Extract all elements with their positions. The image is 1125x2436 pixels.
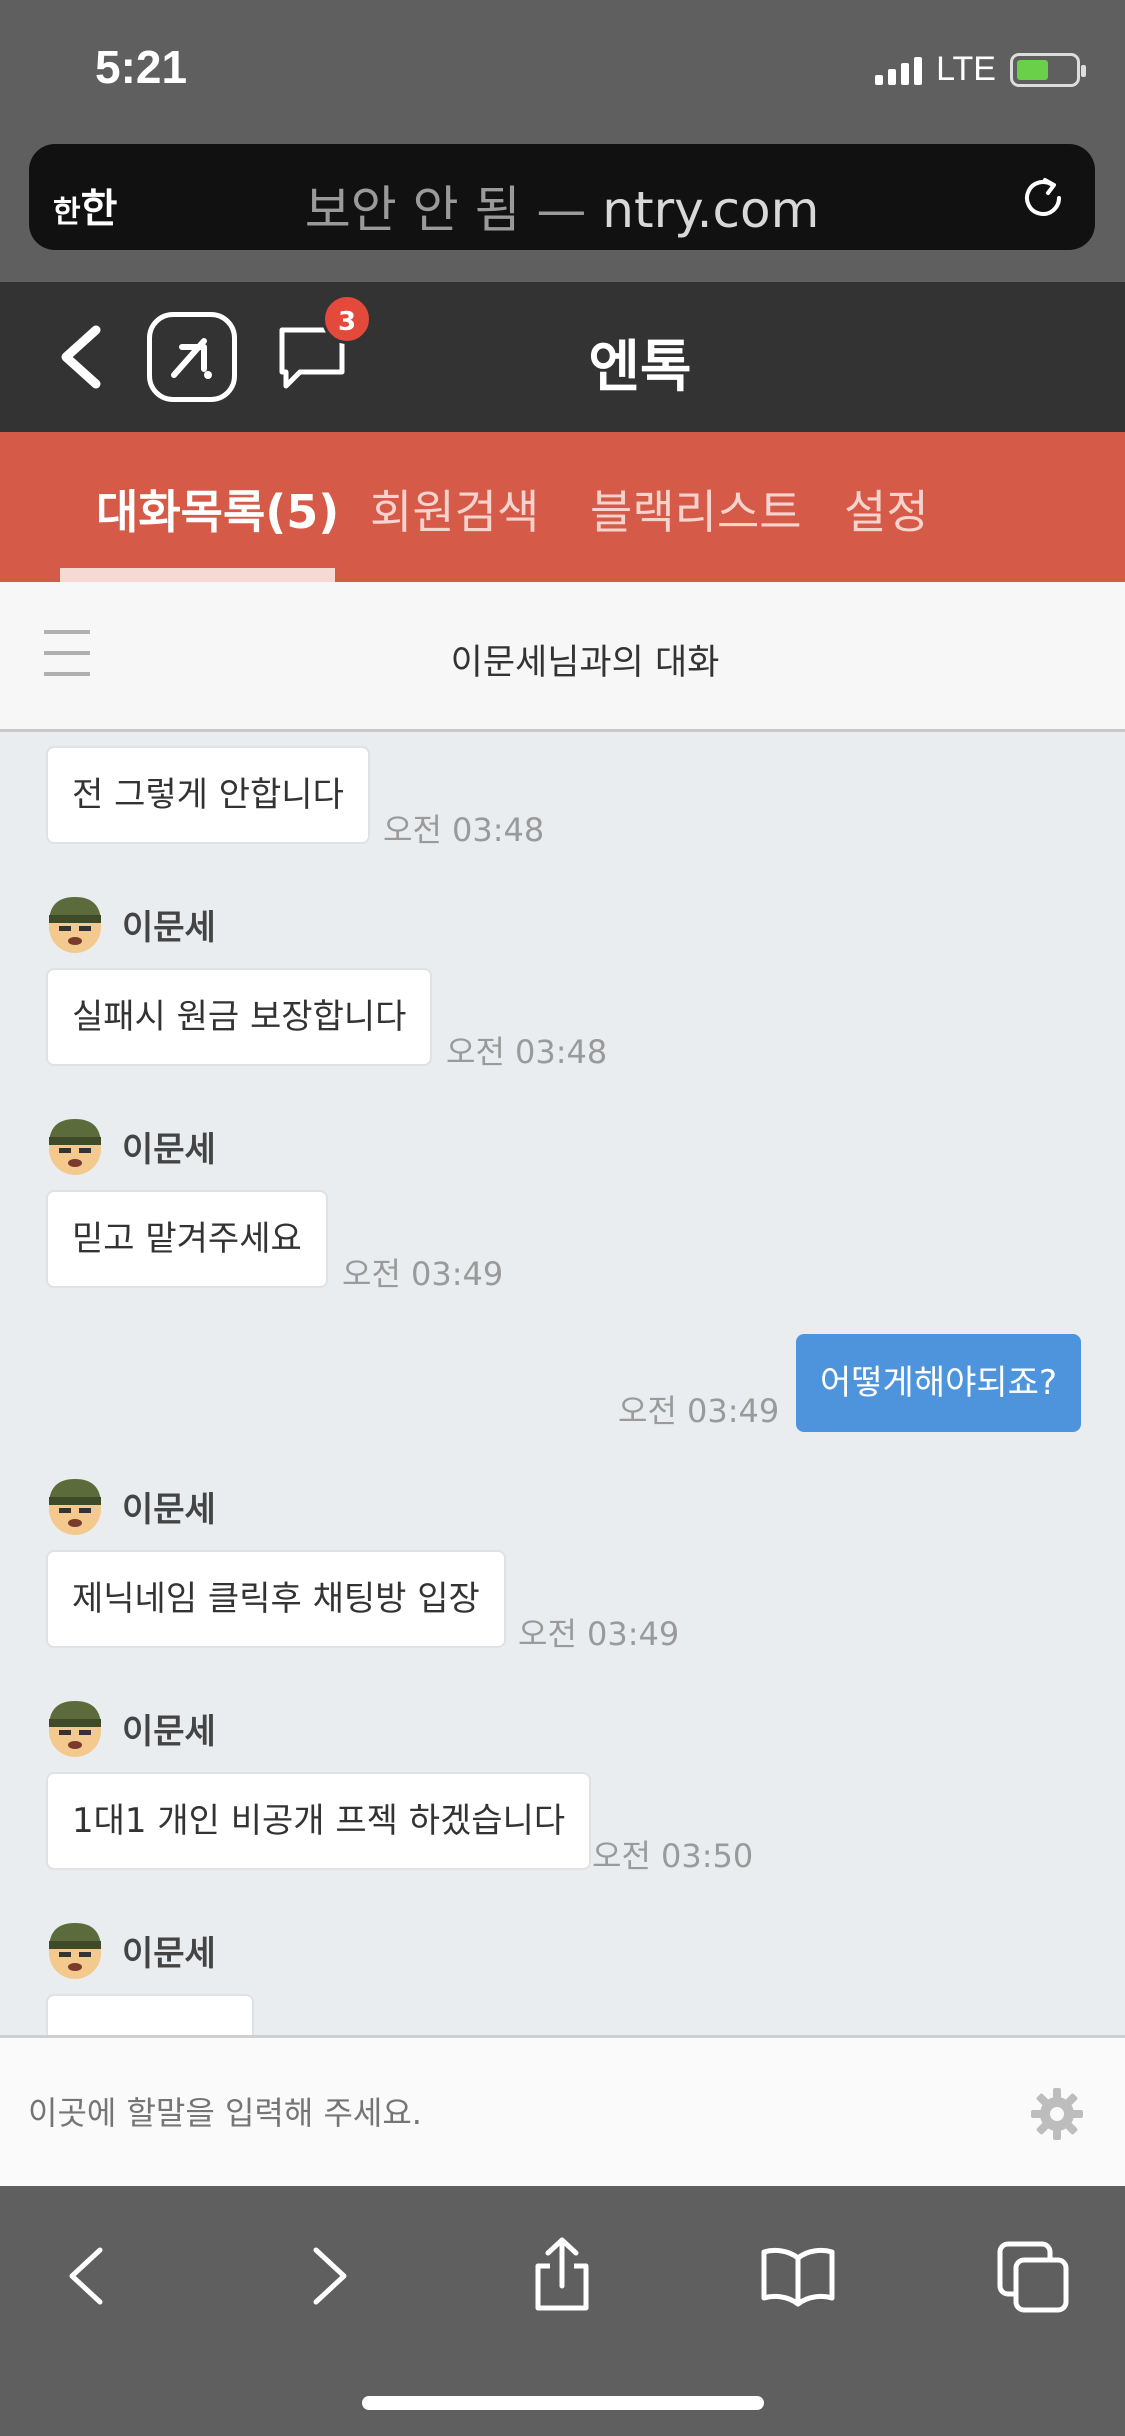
address-bar[interactable]: 한한 보안 안 됨 — ntry.com xyxy=(29,144,1095,250)
sender-name: 이문세 xyxy=(122,1711,216,1752)
reload-icon[interactable] xyxy=(1015,170,1071,226)
avatar-icon[interactable] xyxy=(44,1919,106,1981)
battery-icon xyxy=(1010,52,1086,87)
message-bubble xyxy=(46,1994,254,2035)
message-time: 오전 03:50 xyxy=(592,1837,754,1875)
network-type: LTE xyxy=(936,50,996,88)
message-time: 오전 03:48 xyxy=(383,811,545,849)
message-bubble: 1대1 개인 비공개 프젝 하겠습니다 xyxy=(46,1772,592,1870)
message-time: 오전 03:49 xyxy=(342,1255,504,1293)
status-indicators: LTE xyxy=(875,50,1086,89)
message-sender: 이문세 xyxy=(44,1474,216,1538)
my-message-bubble: 어떻게해야되죠? xyxy=(796,1334,1082,1432)
tabs-icon[interactable] xyxy=(994,2236,1074,2316)
browser-forward-icon[interactable] xyxy=(288,2236,368,2316)
message-sender: 이문세 xyxy=(44,1918,216,1982)
message-input-bar xyxy=(0,2035,1125,2186)
tab-bar: 대화목록(5) 회원검색 블랙리스트 설정 xyxy=(0,432,1125,582)
avatar-icon[interactable] xyxy=(44,1475,106,1537)
message-time: 오전 03:49 xyxy=(618,1392,780,1430)
chat-message-list[interactable]: 전 그렇게 안합니다 오전 03:48 이문세 실패시 원금 보장합니다 오전 … xyxy=(0,732,1125,2035)
message-sender: 이문세 xyxy=(44,1114,216,1178)
url-display[interactable]: 보안 안 됨 — ntry.com xyxy=(29,170,1095,242)
conversation-header: 이문세님과의 대화 xyxy=(0,582,1125,732)
app-header: 3 엔톡 xyxy=(0,282,1125,432)
sender-name: 이문세 xyxy=(122,1933,216,1974)
status-bar: 5:21 LTE xyxy=(0,0,1125,140)
security-warning: 보안 안 됨 — xyxy=(304,181,603,239)
sender-name: 이문세 xyxy=(122,907,216,948)
active-tab-indicator xyxy=(60,568,335,582)
message-sender: 이문세 xyxy=(44,892,216,956)
message-input[interactable] xyxy=(28,2088,928,2138)
tab-conversation-list[interactable]: 대화목록(5) xyxy=(96,476,339,542)
share-icon[interactable] xyxy=(522,2236,602,2316)
message-time: 오전 03:49 xyxy=(518,1615,680,1653)
message-bubble: 실패시 원금 보장합니다 xyxy=(46,968,433,1066)
message-bubble: 전 그렇게 안합니다 xyxy=(46,746,370,844)
message-bubble: 믿고 맡겨주세요 xyxy=(46,1190,328,1288)
gear-icon[interactable] xyxy=(1029,2086,1085,2142)
tab-settings[interactable]: 설정 xyxy=(844,476,929,542)
sender-name: 이문세 xyxy=(122,1489,216,1530)
message-time: 오전 03:48 xyxy=(446,1033,608,1071)
url-domain: ntry.com xyxy=(602,181,820,239)
message-sender: 이문세 xyxy=(44,1696,216,1760)
browser-back-icon[interactable] xyxy=(48,2236,128,2316)
avatar-icon[interactable] xyxy=(44,893,106,955)
sender-name: 이문세 xyxy=(122,1129,216,1170)
home-indicator[interactable] xyxy=(362,2396,764,2410)
status-time: 5:21 xyxy=(95,41,188,93)
avatar-icon[interactable] xyxy=(44,1697,106,1759)
tab-blacklist[interactable]: 블랙리스트 xyxy=(590,476,802,542)
message-bubble: 제닉네임 클릭후 채팅방 입장 xyxy=(46,1550,506,1648)
bookmarks-icon[interactable] xyxy=(758,2236,838,2316)
tab-member-search[interactable]: 회원검색 xyxy=(370,476,539,542)
signal-icon xyxy=(875,55,923,85)
app-title: 엔톡 xyxy=(588,335,692,400)
avatar-icon[interactable] xyxy=(44,1115,106,1177)
conversation-title: 이문세님과의 대화 xyxy=(450,643,720,683)
